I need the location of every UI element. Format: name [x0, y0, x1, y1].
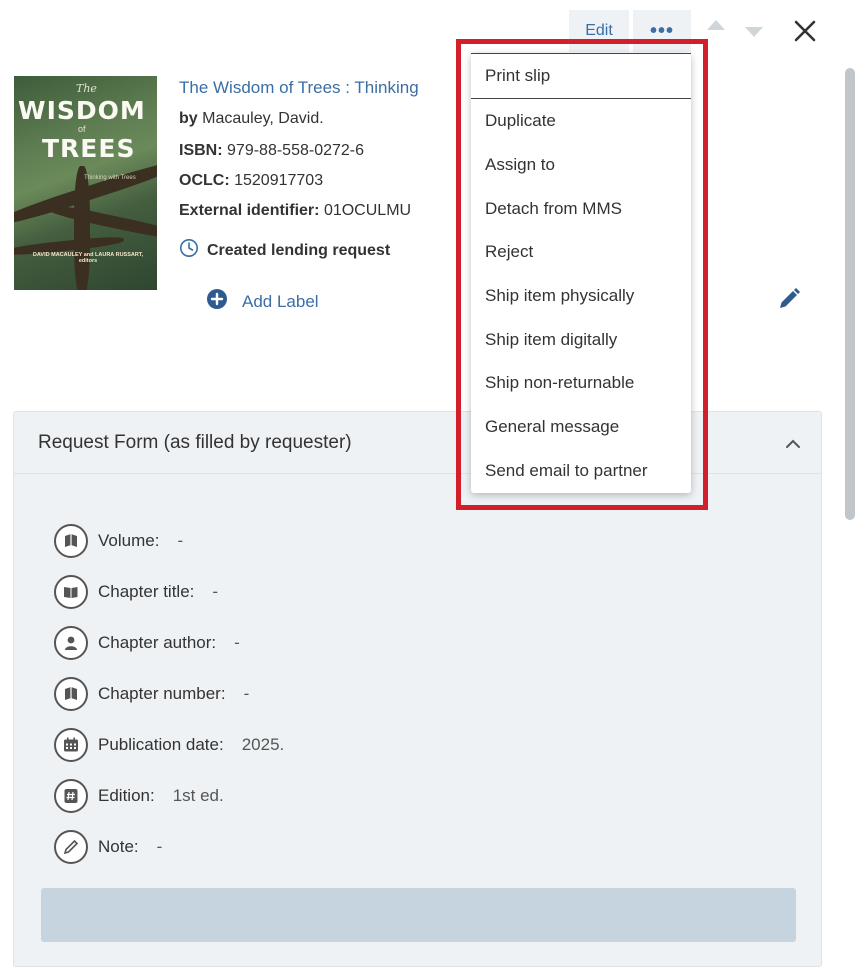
field-chapter-title: Chapter title: - [54, 575, 218, 609]
book-cover-image: The WISDOM of TREES Thinking with Trees … [14, 76, 157, 290]
field-value: - [177, 531, 184, 550]
external-identifier-value: 01OCULMU [323, 202, 412, 219]
status-line: Created lending request [179, 238, 390, 263]
by-label: by [179, 110, 198, 127]
field-label: Chapter author: [98, 633, 217, 652]
field-chapter-number: Chapter number: - [54, 677, 249, 711]
highlight-annotation-box [456, 39, 708, 510]
field-publication-date: Publication date: 2025. [54, 728, 284, 762]
field-value: 2025. [241, 735, 285, 754]
author-line: by Macauley, David. [179, 110, 324, 128]
edit-pencil-icon[interactable] [774, 284, 804, 314]
book-icon [54, 524, 88, 558]
oclc-label: OCLC: [179, 172, 230, 189]
field-label: Chapter title: [98, 582, 195, 601]
field-value: - [156, 837, 163, 856]
field-label: Volume: [98, 531, 160, 550]
isbn-line: ISBN: 979-88-558-0272-6 [179, 142, 364, 160]
field-volume: Volume: - [54, 524, 183, 558]
field-value: - [234, 633, 240, 652]
cover-text-of: of [78, 124, 86, 134]
oclc-line: OCLC: 1520917703 [179, 172, 323, 190]
add-label-button[interactable]: Add Label [206, 288, 319, 315]
cover-authors: DAVID MACAULEY and LAURA RUSSART, editor… [32, 252, 144, 264]
author-value: Macauley, David. [202, 110, 324, 127]
open-book-icon [54, 575, 88, 609]
field-edition: Edition: 1st ed. [54, 779, 224, 813]
field-chapter-author: Chapter author: - [54, 626, 240, 660]
chevron-up-icon[interactable] [781, 432, 805, 456]
add-label-text: Add Label [242, 291, 319, 311]
record-title-link[interactable]: The Wisdom of Trees : Thinking [179, 78, 419, 98]
cover-subtitle: Thinking with Trees [84, 175, 136, 181]
chevron-down-icon[interactable] [745, 27, 763, 37]
isbn-label: ISBN: [179, 142, 223, 159]
cover-text-trees: TREES [42, 134, 136, 163]
request-form-footer [41, 888, 796, 942]
pencil-icon [54, 830, 88, 864]
field-value: 1st ed. [172, 786, 224, 805]
hash-icon [54, 779, 88, 813]
person-icon [54, 626, 88, 660]
close-icon[interactable] [788, 14, 822, 48]
request-details-page: Edit ••• The WISDOM of TREES Thinking wi… [0, 0, 863, 977]
cover-text-the: The [76, 82, 97, 95]
external-identifier-label: External identifier: [179, 202, 320, 219]
request-form-title: Request Form (as filled by requester) [38, 432, 352, 453]
field-note: Note: - [54, 830, 162, 864]
clock-icon [179, 238, 199, 263]
oclc-value: 1520917703 [234, 172, 324, 189]
status-text: Created lending request [207, 241, 391, 259]
field-value: - [212, 582, 219, 601]
external-identifier-line: External identifier: 01OCULMU [179, 202, 411, 220]
field-value: - [243, 684, 250, 703]
field-label: Edition: [98, 786, 155, 805]
field-label: Publication date: [98, 735, 224, 754]
calendar-icon [54, 728, 88, 762]
book-icon [54, 677, 88, 711]
field-label: Chapter number: [98, 684, 226, 703]
field-label: Note: [98, 837, 139, 856]
cover-text-wisdom: WISDOM [18, 96, 146, 125]
scrollbar-thumb[interactable] [845, 68, 855, 520]
chevron-up-icon[interactable] [707, 20, 725, 30]
isbn-value: 979-88-558-0272-6 [227, 142, 365, 159]
plus-circle-icon [206, 288, 228, 315]
